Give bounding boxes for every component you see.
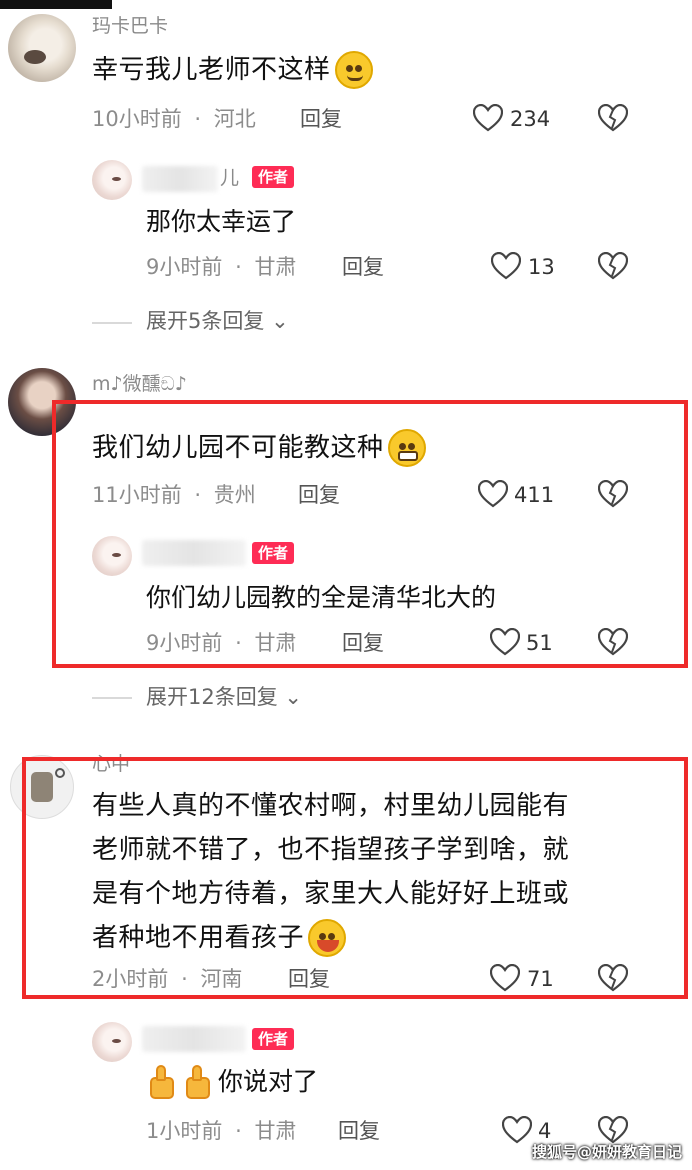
reply-text: 你们幼儿园教的全是清华北大的	[146, 583, 497, 612]
dislike-icon[interactable]	[598, 480, 628, 508]
expand-divider	[92, 322, 132, 324]
thumbs-up-icon	[182, 1065, 214, 1099]
comment-text-line: 是有个地方待着，家里大人能好好上班或	[92, 879, 570, 909]
status-bar-fragment	[0, 0, 112, 9]
reply-button[interactable]: 回复	[342, 628, 384, 658]
comment-text-last-line: 者种地不用看孩子	[92, 916, 682, 960]
reply-text: 你说对了	[146, 1062, 318, 1102]
dislike-icon[interactable]	[598, 1116, 628, 1144]
comment-meta: 2小时前 · 河南	[92, 964, 242, 994]
reply-meta: 1小时前 · 甘肃	[146, 1116, 296, 1146]
dislike-icon[interactable]	[598, 104, 628, 132]
dislike-icon[interactable]	[598, 628, 628, 656]
author-avatar[interactable]	[92, 1022, 132, 1062]
heart-icon[interactable]	[490, 964, 520, 992]
reply-meta: 9小时前 · 甘肃	[146, 628, 296, 658]
reply-time: 1小时前	[146, 1119, 223, 1143]
author-badge: 作者	[252, 166, 295, 188]
dislike-icon[interactable]	[598, 252, 628, 280]
comment-text-content: 幸亏我儿老师不这样	[92, 55, 331, 85]
grin-sweat-emoji-icon	[387, 429, 426, 467]
reply-button[interactable]: 回复	[298, 480, 340, 510]
meta-separator: ·	[194, 483, 202, 507]
thumbs-up-icon	[146, 1065, 178, 1099]
dislike-icon[interactable]	[598, 964, 628, 992]
heart-icon[interactable]	[490, 628, 520, 656]
chevron-down-icon: ⌄	[271, 309, 289, 333]
reply-button[interactable]: 回复	[342, 252, 384, 282]
like-count: 234	[510, 107, 551, 131]
reply-meta: 9小时前 · 甘肃	[146, 252, 296, 282]
reply-text: 那你太幸运了	[146, 207, 297, 236]
reply-location: 甘肃	[254, 631, 297, 655]
comment-text-content: 我们幼儿园不可能教这种	[92, 433, 384, 463]
meta-separator: ·	[194, 107, 202, 131]
watermark: 搜狐号@妍妍教育日记	[531, 1143, 682, 1161]
smile-emoji-icon	[334, 51, 373, 89]
comment-text-line: 有些人真的不懂农村啊，村里幼儿园能有	[92, 791, 570, 821]
comment-username[interactable]: 玛卡巴卡	[92, 14, 168, 38]
reply-button[interactable]: 回复	[288, 964, 330, 994]
comment-time: 2小时前	[92, 967, 169, 991]
reply-text-content: 你说对了	[218, 1067, 319, 1096]
meta-separator: ·	[235, 631, 242, 655]
laughing-emoji-icon	[308, 919, 347, 957]
reply-button[interactable]: 回复	[300, 104, 342, 134]
author-name-blurred	[142, 166, 218, 192]
expand-label: 展开12条回复	[146, 685, 278, 709]
comment-text: 幸亏我儿老师不这样	[92, 48, 373, 92]
expand-replies-button[interactable]: 展开12条回复 ⌄	[146, 682, 302, 712]
reply-time: 9小时前	[146, 631, 223, 655]
comment-username[interactable]: m♪微醺ඞ♪	[92, 372, 187, 396]
comment-text-line: 者种地不用看孩子	[92, 923, 305, 953]
comment-time: 11小时前	[92, 483, 182, 507]
expand-label: 展开5条回复	[146, 309, 265, 333]
meta-separator: ·	[181, 967, 188, 991]
author-badge: 作者	[252, 1028, 295, 1050]
comment-location: 贵州	[213, 483, 256, 507]
like-count: 71	[527, 967, 554, 991]
like-count: 51	[526, 631, 553, 655]
comment-time: 10小时前	[92, 107, 182, 131]
heart-icon[interactable]	[478, 480, 508, 508]
comment-text: 我们幼儿园不可能教这种	[92, 426, 426, 470]
reply-location: 甘肃	[254, 1119, 297, 1143]
like-count: 13	[528, 255, 555, 279]
author-badge: 作者	[252, 542, 295, 564]
comment-text-line: 老师就不错了，也不指望孩子学到啥，就	[92, 835, 570, 865]
heart-icon[interactable]	[502, 1116, 532, 1144]
comment-meta: 10小时前 · 河北	[92, 104, 256, 134]
heart-icon[interactable]	[473, 104, 503, 132]
reply-button[interactable]: 回复	[338, 1116, 380, 1146]
reply-time: 9小时前	[146, 255, 223, 279]
expand-divider	[92, 697, 132, 699]
author-name-blurred	[142, 1026, 246, 1052]
avatar[interactable]	[8, 14, 76, 82]
author-avatar[interactable]	[92, 536, 132, 576]
chevron-down-icon: ⌄	[284, 685, 303, 709]
author-avatar[interactable]	[92, 160, 132, 200]
like-count: 411	[514, 483, 555, 507]
expand-replies-button[interactable]: 展开5条回复 ⌄	[146, 306, 289, 336]
author-name-suffix[interactable]: 儿	[220, 166, 239, 190]
comment-location: 河北	[213, 107, 256, 131]
meta-separator: ·	[235, 255, 242, 279]
comment-location: 河南	[200, 967, 243, 991]
reply-location: 甘肃	[254, 255, 297, 279]
author-name-blurred	[142, 540, 246, 566]
meta-separator: ·	[235, 1119, 242, 1143]
heart-icon[interactable]	[491, 252, 521, 280]
comment-text: 有些人真的不懂农村啊，村里幼儿园能有 老师就不错了，也不指望孩子学到啥，就 是有…	[92, 784, 682, 960]
comment-meta: 11小时前 · 贵州	[92, 480, 256, 510]
